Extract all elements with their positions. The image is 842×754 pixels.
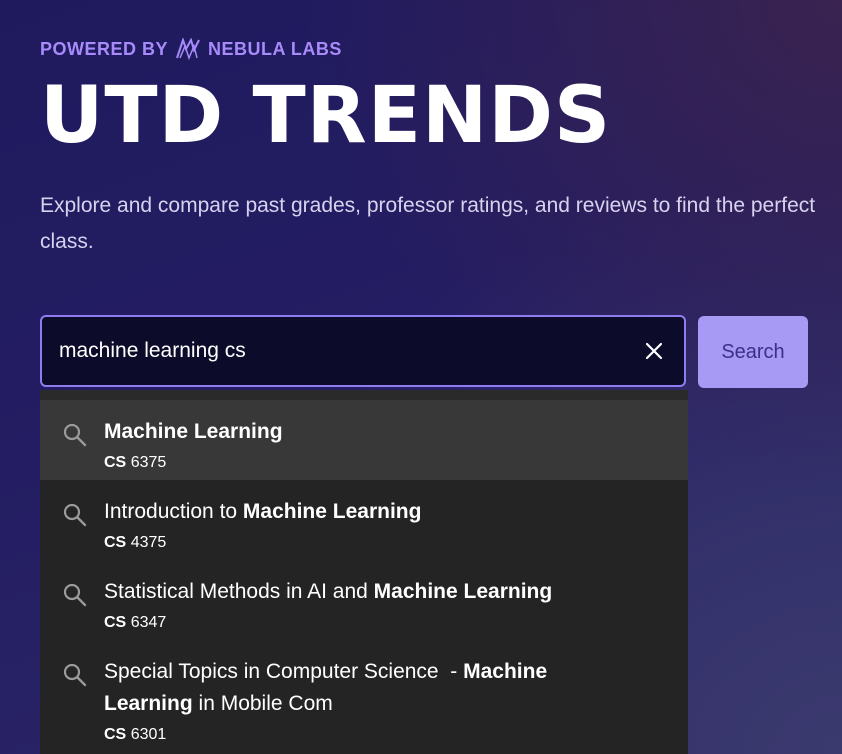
nebula-logo-icon xyxy=(176,38,200,60)
search-icon xyxy=(63,423,87,447)
dropdown-top-strip xyxy=(40,390,688,400)
powered-by-label: POWERED BY xyxy=(40,38,169,59)
suggestion-title: Statistical Methods in AI and Machine Le… xyxy=(104,580,553,603)
search-icon xyxy=(63,663,87,687)
suggestion-title: Special Topics in Computer Science - Mac… xyxy=(104,660,548,715)
suggestion-course-code: CS 6375 xyxy=(104,454,167,471)
suggestion-title: Introduction to Machine Learning xyxy=(104,500,422,523)
suggestion-item[interactable]: Introduction to Machine Learning CS 4375 xyxy=(40,480,688,560)
suggestion-item[interactable]: Special Topics in Computer Science - Mac… xyxy=(40,640,688,754)
search-button[interactable]: Search xyxy=(698,316,808,388)
search-icon xyxy=(63,503,87,527)
suggestion-item[interactable]: Statistical Methods in AI and Machine Le… xyxy=(40,560,688,640)
suggestion-course-code: CS 4375 xyxy=(104,534,167,551)
search-box xyxy=(40,315,686,387)
clear-search-button[interactable] xyxy=(640,337,668,365)
suggestion-title: Machine Learning xyxy=(104,420,283,443)
powered-by-banner: POWERED BY NEBULA LABS xyxy=(40,38,342,60)
page-title: UTD TRENDS xyxy=(40,71,612,161)
close-icon xyxy=(645,342,663,360)
suggestion-dropdown: Machine Learning CS 6375 Introduction to… xyxy=(40,390,688,754)
search-icon xyxy=(63,583,87,607)
suggestion-course-code: CS 6301 xyxy=(104,726,167,743)
page-subtitle: Explore and compare past grades, profess… xyxy=(40,194,816,253)
search-input[interactable] xyxy=(42,338,640,364)
suggestion-item[interactable]: Machine Learning CS 6375 xyxy=(40,400,688,480)
suggestion-course-code: CS 6347 xyxy=(104,614,167,631)
brand-name[interactable]: NEBULA LABS xyxy=(208,39,342,60)
